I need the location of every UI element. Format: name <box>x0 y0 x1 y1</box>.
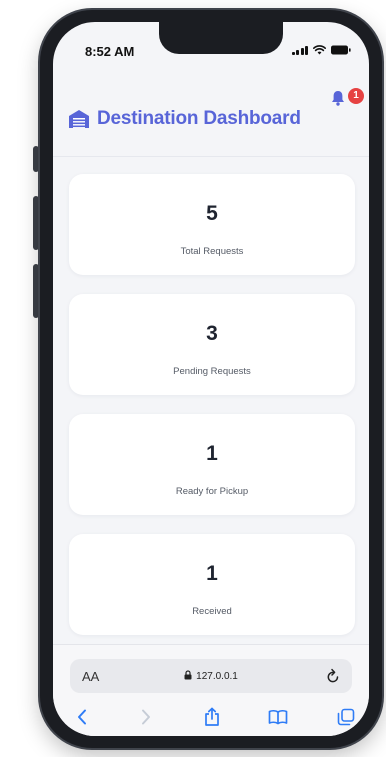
phone-screen: 8:52 AM Destination Dashboard 1 5 Total … <box>53 22 369 736</box>
screenshot-stage: 8:52 AM Destination Dashboard 1 5 Total … <box>0 0 386 757</box>
status-bar: 8:52 AM <box>53 22 369 68</box>
stat-value: 1 <box>206 562 218 585</box>
browser-nav-row <box>53 705 369 731</box>
status-icons <box>291 45 352 55</box>
bookmarks-button[interactable] <box>265 705 291 729</box>
url-display: 127.0.0.1 <box>70 670 352 682</box>
battery-icon <box>331 45 351 55</box>
page-title: Destination Dashboard <box>97 108 301 129</box>
stat-value: 1 <box>206 442 218 465</box>
phone-volume-down-button <box>33 264 39 318</box>
share-icon <box>205 707 219 726</box>
tabs-icon <box>337 708 355 726</box>
stat-value: 5 <box>206 202 218 225</box>
title-row: Destination Dashboard <box>68 108 301 130</box>
signal-icon <box>291 45 308 55</box>
phone-silent-switch <box>33 146 39 172</box>
stat-label: Pending Requests <box>173 366 251 377</box>
stat-label: Total Requests <box>180 246 244 257</box>
notification-count-badge: 1 <box>348 88 364 104</box>
back-icon <box>78 709 86 725</box>
tabs-button[interactable] <box>333 705 359 729</box>
bookmarks-icon <box>268 709 288 725</box>
stat-card-ready-for-pickup[interactable]: 1 Ready for Pickup <box>69 414 355 515</box>
stat-value: 3 <box>206 322 218 345</box>
share-button[interactable] <box>199 705 225 729</box>
phone-frame: 8:52 AM Destination Dashboard 1 5 Total … <box>40 10 382 748</box>
stat-card-total-requests[interactable]: 5 Total Requests <box>69 174 355 275</box>
lock-icon <box>184 670 192 680</box>
wifi-icon <box>313 45 326 55</box>
notifications-button[interactable]: 1 <box>331 88 365 112</box>
reload-icon[interactable] <box>326 668 340 684</box>
stat-card-received[interactable]: 1 Received <box>69 534 355 635</box>
stat-label: Ready for Pickup <box>175 486 249 497</box>
status-time: 8:52 AM <box>85 44 135 59</box>
phone-volume-up-button <box>33 196 39 250</box>
stat-label: Received <box>192 606 232 617</box>
url-text: 127.0.0.1 <box>196 671 238 682</box>
forward-button[interactable] <box>133 705 159 729</box>
bell-icon <box>332 91 344 106</box>
warehouse-icon <box>69 110 89 128</box>
dashboard-header: Destination Dashboard 1 <box>53 76 369 157</box>
back-button[interactable] <box>69 705 95 729</box>
forward-icon <box>142 709 150 725</box>
browser-toolbar: AA 127.0.0.1 <box>53 644 369 736</box>
phone-notch <box>159 22 283 54</box>
address-bar[interactable]: AA 127.0.0.1 <box>70 659 352 693</box>
stat-card-pending-requests[interactable]: 3 Pending Requests <box>69 294 355 395</box>
